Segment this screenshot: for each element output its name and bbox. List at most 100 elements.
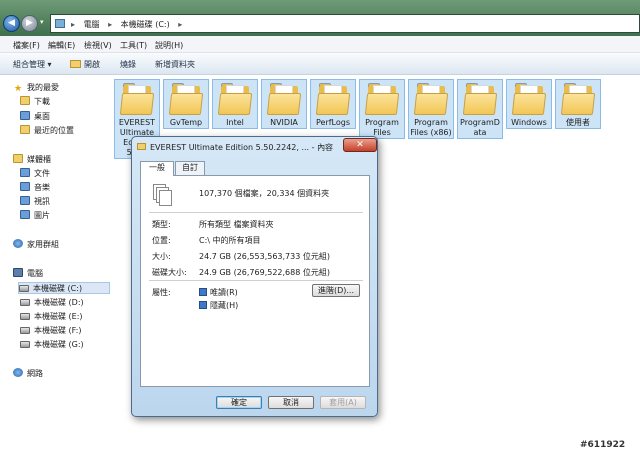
menu-help[interactable]: 說明(H) [155,40,183,51]
open-button[interactable]: 開啟 [70,59,100,70]
sidebar-item-label: 本機磁碟 (D:) [34,298,84,307]
folder-icon [560,82,596,116]
sidebar-item-videos[interactable]: 視訊 [20,196,50,208]
folder-icon [462,82,498,116]
sidebar-item-drive-c[interactable]: 本機磁碟 (C:) [18,282,110,294]
hidden-checkbox[interactable]: 隱藏(H) [199,300,238,311]
menu-view[interactable]: 檢視(V) [84,40,112,51]
location-value: C:\ 中的所有項目 [199,236,261,245]
sidebar-item-label: 媒體櫃 [27,155,51,164]
sidebar-item-downloads[interactable]: 下載 [20,96,50,108]
breadcrumb-separator[interactable]: ▸ [108,20,112,29]
hidden-label: 隱藏(H) [210,301,239,310]
sidebar-item-label: 電腦 [27,269,43,278]
folder-item-programdata[interactable]: ProgramData [457,79,503,139]
advanced-button[interactable]: 進階(D)... [312,284,360,297]
folder-icon [137,143,146,150]
folder-icon [168,82,204,116]
multiple-files-icon [153,184,173,206]
sidebar-item-music[interactable]: 音樂 [20,182,50,194]
apply-button[interactable]: 套用(A) [320,396,366,409]
folder-item-program-files[interactable]: Program Files [359,79,405,139]
type-label: 類型: [152,220,171,229]
breadcrumb-computer[interactable]: 電腦 [84,20,100,29]
sidebar-item-homegroup[interactable]: 家用群組 [13,239,59,251]
forward-button[interactable]: ▶ [21,15,38,32]
sidebar-item-label: 音樂 [34,183,50,192]
forward-arrow-icon: ▶ [26,18,33,28]
breadcrumb-separator[interactable]: ▸ [178,20,182,29]
ok-button[interactable]: 確定 [216,396,262,409]
tab-general[interactable]: 一般 [140,161,174,176]
folder-icon [364,82,400,116]
close-button[interactable]: ✕ [343,138,377,152]
sidebar-item-drive-e[interactable]: 本機磁碟 (E:) [20,311,83,323]
general-tab-panel: 107,370 個檔案，20,334 個資料夾 類型: 所有類型 檔案資料夾 位… [140,175,370,387]
recent-places-icon [20,125,30,134]
sidebar-item-favorites[interactable]: ★ 我的最愛 [13,82,59,94]
organize-button[interactable]: 組合管理 ▾ [13,59,52,70]
folder-label: NVIDIA [270,118,298,127]
address-bar-area: ◀ ▶ ▾ ▸ 電腦 ▸ 本機磁碟 (C:) ▸ [0,0,640,36]
new-folder-button[interactable]: 新增資料夾 [155,59,195,70]
tab-customize[interactable]: 自訂 [175,161,205,175]
size-label: 大小: [152,252,171,261]
sidebar-item-label: 文件 [34,169,50,178]
watermark: #611922 [580,440,626,450]
readonly-checkbox[interactable]: 唯讀(R) [199,287,238,298]
checkbox-indeterminate-icon [199,301,207,309]
folder-item-program-files-x86[interactable]: Program Files (x86) [408,79,454,139]
command-bar: 組合管理 ▾ 開啟 燒錄 新增資料夾 [0,53,640,75]
menu-file[interactable]: 檔案(F) [13,40,40,51]
menu-tools[interactable]: 工具(T) [120,40,147,51]
readonly-label: 唯讀(R) [210,288,238,297]
back-button[interactable]: ◀ [3,15,20,32]
sidebar-item-label: 我的最愛 [27,83,59,92]
folder-item-perflogs[interactable]: PerfLogs [310,79,356,129]
network-icon [13,368,23,377]
cancel-button[interactable]: 取消 [268,396,314,409]
breadcrumb-drive-c[interactable]: 本機磁碟 (C:) [121,20,170,29]
divider [149,280,363,281]
sidebar-item-drive-f[interactable]: 本機磁碟 (F:) [20,325,81,337]
star-icon: ★ [13,84,23,94]
folder-label: ProgramData [460,118,500,137]
folder-icon [266,82,302,116]
breadcrumb-separator[interactable]: ▸ [71,20,75,29]
address-input[interactable]: ▸ 電腦 ▸ 本機磁碟 (C:) ▸ [50,14,640,33]
documents-icon [20,168,30,177]
sidebar-item-computer[interactable]: 電腦 [13,268,43,280]
folder-item-nvidia[interactable]: NVIDIA [261,79,307,129]
folder-item-gvtemp[interactable]: GvTemp [163,79,209,129]
drive-icon [20,341,30,348]
folder-icon [315,82,351,116]
sidebar-item-drive-d[interactable]: 本機磁碟 (D:) [20,297,84,309]
libraries-icon [13,154,23,163]
sidebar-item-label: 下載 [34,97,50,106]
folder-label: PerfLogs [315,118,351,127]
sidebar-item-documents[interactable]: 文件 [20,168,50,180]
folder-item-users[interactable]: 使用者 [555,79,601,129]
menu-bar: 檔案(F) 編輯(E) 檢視(V) 工具(T) 說明(H) [0,36,640,53]
video-icon [20,196,30,205]
folder-item-intel[interactable]: Intel [212,79,258,129]
burn-button[interactable]: 燒錄 [120,59,136,70]
folder-icon [413,82,449,116]
navigation-pane: ★ 我的最愛 下載 桌面 最近的位置 媒體櫃 文件 音樂 視訊 圖片 家用群組 電… [0,75,110,456]
sidebar-item-libraries[interactable]: 媒體櫃 [13,154,51,166]
drive-icon [20,299,30,306]
sidebar-item-recent-places[interactable]: 最近的位置 [20,125,74,137]
sidebar-item-desktop[interactable]: 桌面 [20,111,50,123]
sidebar-item-drive-g[interactable]: 本機磁碟 (G:) [20,339,84,351]
computer-icon [13,268,23,277]
sidebar-item-label: 視訊 [34,197,50,206]
dialog-title: EVEREST Ultimate Edition 5.50.2242, ... … [150,143,334,152]
folder-item-windows[interactable]: Windows [506,79,552,129]
disk-size-value: 24.9 GB (26,769,522,688 位元組) [199,268,330,277]
sidebar-item-pictures[interactable]: 圖片 [20,210,50,222]
menu-edit[interactable]: 編輯(E) [48,40,75,51]
folder-label: GvTemp [169,118,203,127]
sidebar-item-network[interactable]: 網路 [13,368,43,380]
recent-pages-dropdown[interactable]: ▾ [40,18,44,26]
location-label: 位置: [152,236,171,245]
